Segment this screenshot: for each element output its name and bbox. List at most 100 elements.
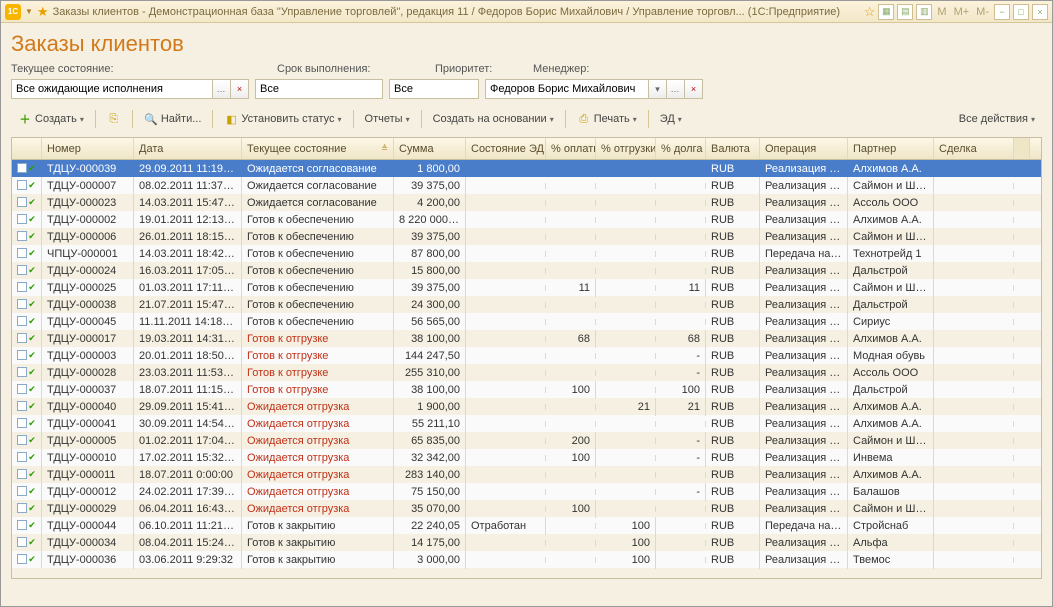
cell-payment bbox=[546, 540, 596, 546]
cell-sum: 24 300,00 bbox=[394, 296, 466, 314]
maximize-button[interactable]: □ bbox=[1013, 4, 1029, 20]
grid-body[interactable]: ✔ТДЦУ-00003929.09.2011 11:19:34Ожидается… bbox=[12, 160, 1041, 578]
calc-icon[interactable]: ▤ bbox=[897, 4, 913, 20]
table-row[interactable]: ✔ТДЦУ-00000501.02.2011 17:04:06Ожидается… bbox=[12, 432, 1041, 449]
cell-currency: RUB bbox=[706, 449, 760, 467]
table-row[interactable]: ✔ТДЦУ-00002501.03.2011 17:11:22Готов к о… bbox=[12, 279, 1041, 296]
cell-debt bbox=[656, 540, 706, 546]
table-row[interactable]: ✔ТДЦУ-00002314.03.2011 15:47:17Ожидается… bbox=[12, 194, 1041, 211]
cell-deal bbox=[934, 166, 1014, 172]
table-row[interactable]: ✔ТДЦУ-00000219.01.2011 12:13:18Готов к о… bbox=[12, 211, 1041, 228]
cell-partner: Алхимов А.А. bbox=[848, 415, 934, 433]
table-row[interactable]: ✔ЧПЦУ-00000114.03.2011 18:42:09Готов к о… bbox=[12, 245, 1041, 262]
cell-ed: Отработан bbox=[466, 517, 546, 535]
table-row[interactable]: ✔ТДЦУ-00002823.03.2011 11:53:25Готов к о… bbox=[12, 364, 1041, 381]
col-sum[interactable]: Сумма bbox=[394, 138, 466, 159]
cell-sum: 1 800,00 bbox=[394, 160, 466, 178]
create-based-button[interactable]: Создать на основании ▾ bbox=[426, 110, 561, 128]
star-icon[interactable]: ★ bbox=[37, 4, 49, 20]
col-debt[interactable]: % долга bbox=[656, 138, 706, 159]
table-row[interactable]: ✔ТДЦУ-00001017.02.2011 15:32:47Ожидается… bbox=[12, 449, 1041, 466]
filter-deadline-combo[interactable]: ▾ × bbox=[255, 79, 383, 99]
cell-partner: Саймон и Шуст... bbox=[848, 432, 934, 450]
calendar-icon[interactable]: ▥ bbox=[916, 4, 932, 20]
minimize-button[interactable]: − bbox=[994, 4, 1010, 20]
chevron-down-icon[interactable]: ▾ bbox=[648, 80, 666, 98]
col-ed-state[interactable]: Состояние ЭД bbox=[466, 138, 546, 159]
filter-manager-label: Менеджер: bbox=[533, 63, 589, 75]
filter-priority-combo[interactable]: … × bbox=[389, 79, 479, 99]
table-row[interactable]: ✔ТДЦУ-00002906.04.2011 16:43:02Ожидается… bbox=[12, 500, 1041, 517]
ed-button[interactable]: ЭД ▾ bbox=[653, 110, 689, 128]
table-row[interactable]: ✔ТДЦУ-00003408.04.2011 15:24:50Готов к з… bbox=[12, 534, 1041, 551]
grid-icon[interactable]: ▦ bbox=[878, 4, 894, 20]
cell-ed bbox=[466, 404, 546, 410]
filter-deadline-input[interactable] bbox=[256, 80, 406, 98]
cell-payment: 11 bbox=[546, 279, 596, 297]
cell-ed bbox=[466, 353, 546, 359]
print-button[interactable]: ⎙ Печать ▾ bbox=[570, 109, 644, 129]
table-row[interactable]: ✔ТДЦУ-00001224.02.2011 17:39:45Ожидается… bbox=[12, 483, 1041, 500]
set-status-button[interactable]: ◧ Установить статус ▾ bbox=[217, 109, 348, 129]
cell-state: Готов к обеспечению bbox=[242, 313, 394, 331]
close-button[interactable]: × bbox=[1032, 4, 1048, 20]
col-number[interactable]: Номер bbox=[42, 138, 134, 159]
col-partner[interactable]: Партнер bbox=[848, 138, 934, 159]
table-row[interactable]: ✔ТДЦУ-00004406.10.2011 11:21:48Готов к з… bbox=[12, 517, 1041, 534]
copy-button[interactable]: ⎘ bbox=[100, 109, 128, 129]
col-state[interactable]: Текущее состояние≜ bbox=[242, 138, 394, 159]
memory-m-button[interactable]: M bbox=[935, 6, 948, 18]
cell-state: Ожидается отгрузка bbox=[242, 415, 394, 433]
memory-mplus-button[interactable]: M+ bbox=[952, 6, 972, 18]
cell-currency: RUB bbox=[706, 330, 760, 348]
col-date[interactable]: Дата bbox=[134, 138, 242, 159]
table-row[interactable]: ✔ТДЦУ-00004029.09.2011 15:41:14Ожидается… bbox=[12, 398, 1041, 415]
table-row[interactable]: ✔ТДЦУ-00004511.11.2011 14:18:12Готов к о… bbox=[12, 313, 1041, 330]
memory-mminus-button[interactable]: M- bbox=[974, 6, 991, 18]
cell-payment bbox=[546, 370, 596, 376]
favorite-icon[interactable]: ☆ bbox=[864, 4, 876, 20]
table-row[interactable]: ✔ТДЦУ-00001118.07.2011 0:00:00Ожидается … bbox=[12, 466, 1041, 483]
table-row[interactable]: ✔ТДЦУ-00003929.09.2011 11:19:34Ожидается… bbox=[12, 160, 1041, 177]
filter-manager-combo[interactable]: ▾ … × bbox=[485, 79, 703, 99]
find-button[interactable]: 🔍 Найти... bbox=[137, 109, 209, 129]
cell-operation: Реализация кл... bbox=[760, 177, 848, 195]
dropdown-icon[interactable]: ▼ bbox=[25, 7, 33, 16]
filter-manager-input[interactable] bbox=[486, 80, 648, 98]
cell-deal bbox=[934, 183, 1014, 189]
cell-currency: RUB bbox=[706, 262, 760, 280]
col-operation[interactable]: Операция bbox=[760, 138, 848, 159]
cell-date: 30.09.2011 14:54:28 bbox=[134, 415, 242, 433]
table-row[interactable]: ✔ТДЦУ-00003718.07.2011 11:15:58Готов к о… bbox=[12, 381, 1041, 398]
create-button[interactable]: ＋ Создать ▾ bbox=[11, 109, 91, 129]
table-row[interactable]: ✔ТДЦУ-00003821.07.2011 15:47:31Готов к о… bbox=[12, 296, 1041, 313]
table-row[interactable]: ✔ТДЦУ-00000626.01.2011 18:15:22Готов к о… bbox=[12, 228, 1041, 245]
table-row[interactable]: ✔ТДЦУ-00004130.09.2011 14:54:28Ожидается… bbox=[12, 415, 1041, 432]
ellipsis-icon[interactable]: … bbox=[666, 80, 684, 98]
col-currency[interactable]: Валюта bbox=[706, 138, 760, 159]
clear-icon[interactable]: × bbox=[230, 80, 248, 98]
reports-button[interactable]: Отчеты ▾ bbox=[358, 110, 417, 128]
ellipsis-icon[interactable]: … bbox=[212, 80, 230, 98]
col-deal[interactable]: Сделка bbox=[934, 138, 1014, 159]
table-row[interactable]: ✔ТДЦУ-00000320.01.2011 18:50:40Готов к о… bbox=[12, 347, 1041, 364]
cell-state: Готов к отгрузке bbox=[242, 381, 394, 399]
col-payment[interactable]: % оплаты bbox=[546, 138, 596, 159]
table-row[interactable]: ✔ТДЦУ-00002416.03.2011 17:05:06Готов к о… bbox=[12, 262, 1041, 279]
filter-state-input[interactable] bbox=[12, 80, 212, 98]
cell-state: Готов к закрытию bbox=[242, 517, 394, 535]
clear-icon[interactable]: × bbox=[684, 80, 702, 98]
cell-operation: Реализация кл... bbox=[760, 449, 848, 467]
search-icon: 🔍 bbox=[144, 112, 158, 126]
filter-state-combo[interactable]: … × bbox=[11, 79, 249, 99]
cell-debt: 21 bbox=[656, 398, 706, 416]
cell-number: ТДЦУ-000028 bbox=[42, 364, 134, 382]
col-shipment[interactable]: % отгрузки bbox=[596, 138, 656, 159]
table-row[interactable]: ✔ТДЦУ-00000708.02.2011 11:37:07Ожидается… bbox=[12, 177, 1041, 194]
table-row[interactable]: ✔ТДЦУ-00003603.06.2011 9:29:32Готов к за… bbox=[12, 551, 1041, 568]
all-actions-button[interactable]: Все действия ▾ bbox=[952, 110, 1042, 128]
table-row[interactable]: ✔ТДЦУ-00001719.03.2011 14:31:16Готов к о… bbox=[12, 330, 1041, 347]
separator bbox=[421, 110, 422, 128]
cell-payment: 68 bbox=[546, 330, 596, 348]
col-icon[interactable] bbox=[12, 138, 42, 159]
